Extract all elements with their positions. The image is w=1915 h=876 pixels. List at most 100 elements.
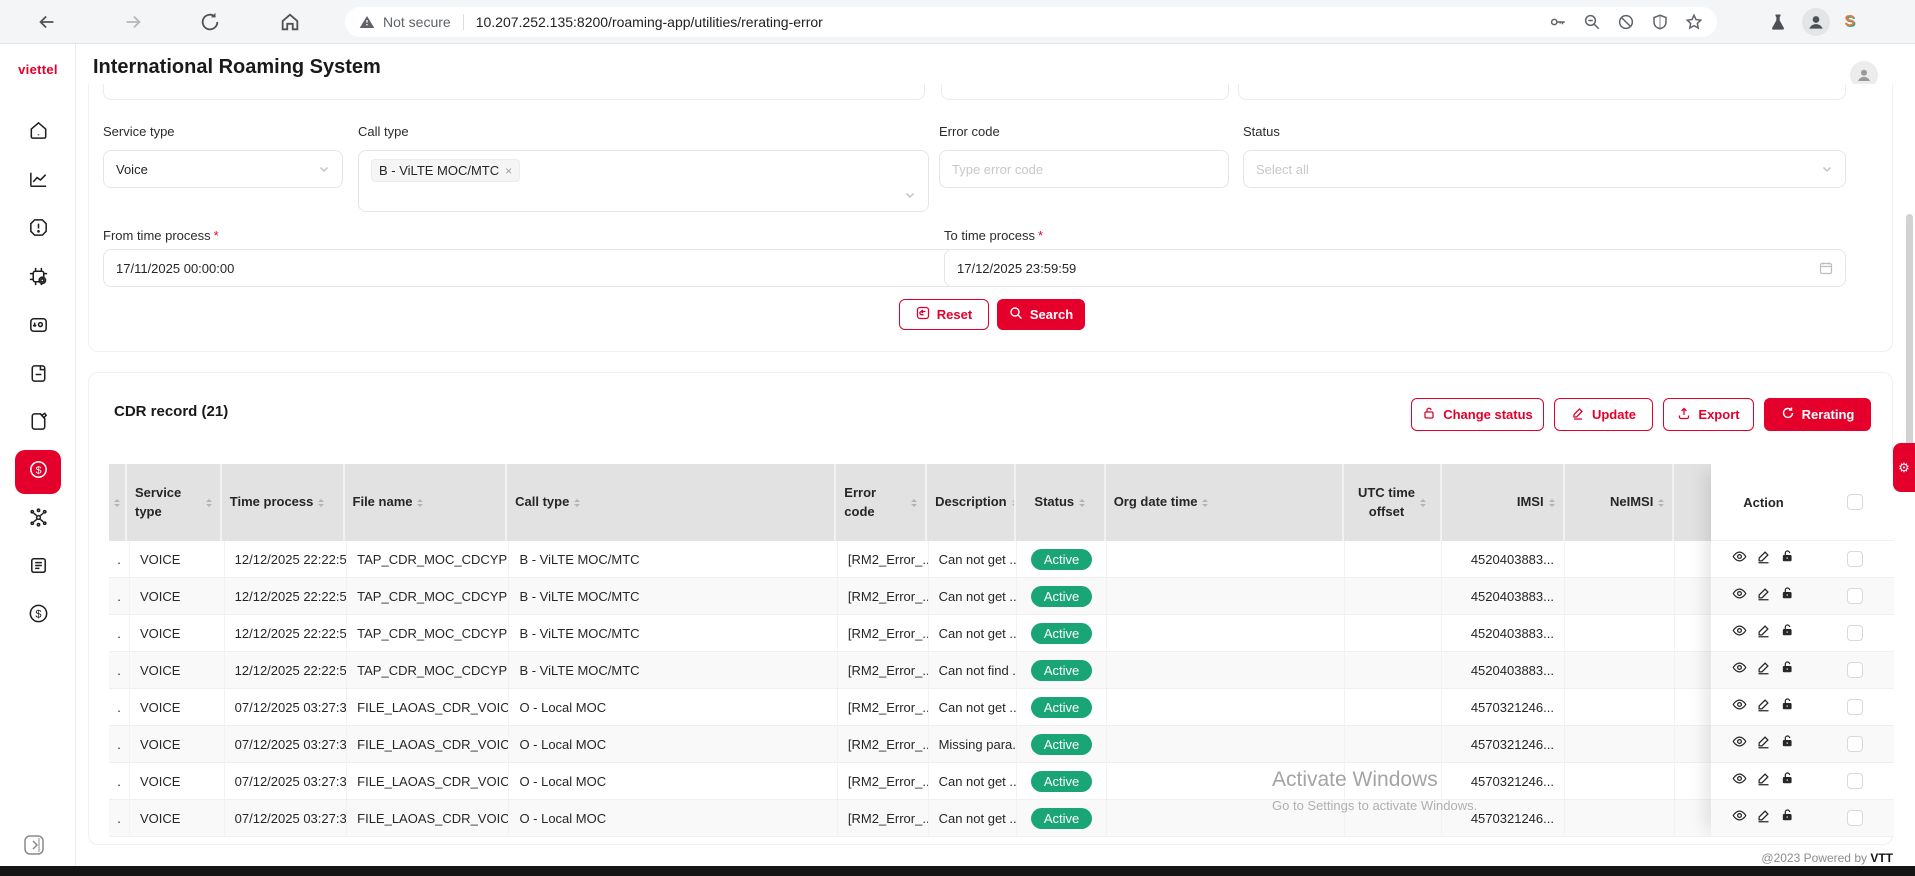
shield-icon[interactable]: [1651, 13, 1669, 31]
sidebar-item-alerts[interactable]: [15, 208, 61, 252]
to-time-input[interactable]: 17/12/2025 23:59:59: [944, 249, 1846, 287]
sidebar-item-analytics[interactable]: [15, 160, 61, 204]
sidebar-item-reports[interactable]: [15, 546, 61, 590]
sort-icon: [417, 496, 423, 510]
cell-error_code: [RM2_Error_...: [838, 615, 929, 651]
view-eye-icon[interactable]: [1732, 697, 1747, 717]
sidebar-item-revenue[interactable]: $: [15, 594, 61, 638]
back-icon[interactable]: [36, 11, 58, 33]
column-header-status[interactable]: Status: [1016, 464, 1106, 541]
column-header-file_name[interactable]: File name: [345, 464, 508, 541]
column-header-time_process[interactable]: Time process: [222, 464, 345, 541]
edit-pencil-icon[interactable]: [1756, 549, 1771, 569]
viettel-logo: viettel: [0, 62, 76, 77]
security-label[interactable]: Not secure: [383, 14, 451, 30]
from-time-input[interactable]: 17/11/2025 00:00:00: [103, 249, 984, 287]
row-checkbox[interactable]: [1847, 588, 1863, 604]
calendar-icon[interactable]: [1819, 261, 1833, 275]
row-checkbox[interactable]: [1847, 625, 1863, 641]
column-header-imsi[interactable]: IMSI: [1442, 464, 1565, 541]
lock-icon[interactable]: [1780, 808, 1795, 828]
row-checkbox[interactable]: [1847, 736, 1863, 752]
view-eye-icon[interactable]: [1732, 808, 1747, 828]
page-scrollbar-thumb[interactable]: [1906, 214, 1913, 452]
column-header-stub[interactable]: [109, 464, 127, 541]
reload-icon[interactable]: [199, 11, 221, 33]
status-badge: Active: [1031, 549, 1092, 570]
svg-text:$: $: [35, 464, 41, 476]
status-select[interactable]: Select all: [1243, 150, 1846, 188]
sidebar-item-home[interactable]: [15, 111, 61, 155]
bookmark-star-icon[interactable]: [1685, 13, 1703, 31]
browser-profile-icon[interactable]: [1802, 8, 1830, 36]
column-header-error_code[interactable]: Error code: [836, 464, 927, 541]
tag-remove-icon[interactable]: ×: [505, 164, 512, 178]
select-all-checkbox[interactable]: [1847, 494, 1863, 510]
lock-icon[interactable]: [1780, 734, 1795, 754]
cell-service_type: VOICE: [130, 652, 225, 688]
cell-imsi: 4520403883...: [1442, 578, 1565, 614]
lock-icon[interactable]: [1780, 660, 1795, 680]
clipped-input-2[interactable]: [941, 84, 1229, 100]
lock-icon[interactable]: [1780, 697, 1795, 717]
reset-button[interactable]: Reset: [899, 299, 989, 330]
lock-icon[interactable]: [1780, 549, 1795, 569]
url-text[interactable]: 10.207.252.135:8200/roaming-app/utilitie…: [476, 14, 1549, 30]
column-header-description[interactable]: Description: [927, 464, 1016, 541]
lock-icon[interactable]: [1780, 586, 1795, 606]
address-bar[interactable]: Not secure 10.207.252.135:8200/roaming-a…: [345, 7, 1717, 37]
key-icon[interactable]: [1549, 13, 1567, 31]
sidebar-item-documents[interactable]: [15, 354, 61, 398]
home-icon[interactable]: [279, 11, 301, 33]
edit-pencil-icon[interactable]: [1756, 771, 1771, 791]
column-header-service_type[interactable]: Service type: [127, 464, 222, 541]
sidebar-item-network[interactable]: [15, 498, 61, 542]
view-eye-icon[interactable]: [1732, 771, 1747, 791]
zoom-out-icon[interactable]: [1583, 13, 1601, 31]
sidebar-item-processing[interactable]: [15, 257, 61, 301]
s-extension-logo[interactable]: S: [1844, 13, 1855, 31]
forward-icon[interactable]: [122, 11, 144, 33]
column-header-org_date_time[interactable]: Org date time: [1106, 464, 1344, 541]
row-checkbox[interactable]: [1847, 773, 1863, 789]
lock-icon[interactable]: [1780, 623, 1795, 643]
edit-pencil-icon[interactable]: [1756, 586, 1771, 606]
row-checkbox[interactable]: [1847, 662, 1863, 678]
content-blocked-icon[interactable]: [1617, 13, 1635, 31]
edit-pencil-icon[interactable]: [1756, 660, 1771, 680]
column-header-neimsi[interactable]: NeIMSI: [1565, 464, 1675, 541]
cell-error_code: [RM2_Error_...: [838, 652, 929, 688]
search-button[interactable]: Search: [997, 299, 1085, 330]
sidebar-collapse-icon[interactable]: [22, 834, 48, 858]
extension-flask-icon[interactable]: [1768, 12, 1788, 32]
view-eye-icon[interactable]: [1732, 660, 1747, 680]
rerating-button[interactable]: Rerating: [1764, 398, 1871, 431]
sidebar-item-billing-active[interactable]: $: [15, 450, 61, 494]
sidebar-item-files[interactable]: [15, 402, 61, 446]
edit-pencil-icon[interactable]: [1756, 734, 1771, 754]
call-type-multiselect[interactable]: B - ViLTE MOC/MTC ×: [358, 150, 929, 212]
column-header-utc_offset[interactable]: UTC time offset: [1344, 464, 1442, 541]
change-status-button[interactable]: Change status: [1411, 398, 1544, 431]
edit-pencil-icon[interactable]: [1756, 623, 1771, 643]
export-button[interactable]: Export: [1663, 398, 1754, 431]
edit-pencil-icon[interactable]: [1756, 808, 1771, 828]
cell-call_type: O - Local MOC: [509, 763, 837, 799]
view-eye-icon[interactable]: [1732, 734, 1747, 754]
row-checkbox[interactable]: [1847, 699, 1863, 715]
service-type-select[interactable]: Voice: [103, 150, 343, 188]
sidebar-item-transactions[interactable]: [15, 306, 61, 350]
row-checkbox[interactable]: [1847, 551, 1863, 567]
clipped-input-3[interactable]: [1238, 84, 1846, 100]
row-checkbox[interactable]: [1847, 810, 1863, 826]
view-eye-icon[interactable]: [1732, 586, 1747, 606]
column-header-call_type[interactable]: Call type: [507, 464, 836, 541]
view-eye-icon[interactable]: [1732, 549, 1747, 569]
view-eye-icon[interactable]: [1732, 623, 1747, 643]
update-button[interactable]: Update: [1554, 398, 1653, 431]
settings-gear-tab[interactable]: ⚙: [1893, 443, 1915, 492]
lock-icon[interactable]: [1780, 771, 1795, 791]
error-code-input[interactable]: Type error code: [939, 150, 1229, 188]
clipped-input-1[interactable]: [103, 84, 925, 100]
edit-pencil-icon[interactable]: [1756, 697, 1771, 717]
